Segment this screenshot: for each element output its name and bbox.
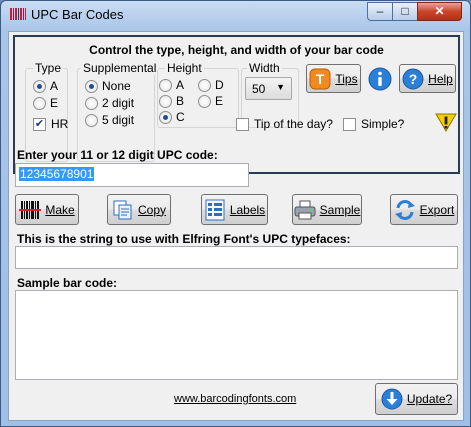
- upc-input[interactable]: 12345678901: [15, 163, 249, 187]
- hr-checkbox-label: HR: [51, 117, 69, 131]
- client-area: Control the type, height, and width of y…: [8, 31, 464, 421]
- height-radio-b-label: B: [176, 94, 185, 108]
- string-output-label: This is the string to use with Elfring F…: [17, 232, 351, 246]
- control-heading: Control the type, height, and width of y…: [89, 43, 384, 57]
- upc-prompt: Enter your 11 or 12 digit UPC code:: [17, 148, 218, 162]
- info-icon[interactable]: [368, 67, 392, 94]
- simple-label: Simple?: [361, 117, 405, 131]
- height-radio-d[interactable]: D: [198, 78, 224, 92]
- supplemental-radio-2digit-label: 2 digit: [102, 96, 135, 110]
- export-icon: [394, 199, 416, 221]
- height-radio-a-label: A: [176, 78, 185, 92]
- help-icon: ?: [402, 68, 424, 90]
- type-radio-e-label: E: [50, 96, 59, 110]
- checkmark-icon: ✔: [33, 117, 46, 131]
- radio-indicator: [159, 94, 172, 108]
- type-group-label: Type: [33, 61, 64, 75]
- height-radio-d-label: D: [215, 78, 224, 92]
- hr-checkbox[interactable]: ✔ HR: [33, 117, 68, 131]
- height-radio-c[interactable]: C: [159, 110, 185, 124]
- tips-button-label: Tips: [335, 71, 358, 86]
- simple-checkbox[interactable]: Simple?: [343, 117, 404, 131]
- supplemental-radio-none-label: None: [102, 79, 131, 93]
- tips-button[interactable]: T Tips: [306, 64, 361, 93]
- chevron-down-icon: ▼: [276, 82, 285, 92]
- website-link[interactable]: www.barcodingfonts.com: [174, 393, 296, 405]
- sample-button[interactable]: Sample: [292, 194, 362, 225]
- height-radio-b[interactable]: B: [159, 94, 184, 108]
- radio-indicator: [198, 94, 211, 108]
- radio-indicator: [159, 110, 172, 124]
- tip-of-the-day-checkbox[interactable]: Tip of the day?: [236, 117, 333, 131]
- height-radio-e[interactable]: E: [198, 94, 223, 108]
- warning-icon[interactable]: [435, 111, 457, 136]
- maximize-button[interactable]: □: [392, 2, 418, 21]
- radio-indicator: [85, 96, 98, 110]
- minimize-button[interactable]: –: [367, 2, 393, 21]
- export-button[interactable]: Export: [390, 194, 458, 225]
- width-value: 50: [252, 82, 266, 96]
- copy-button-label: Copy: [137, 202, 166, 217]
- radio-indicator: [159, 78, 172, 92]
- type-radio-e[interactable]: E: [33, 96, 58, 110]
- supplemental-radio-2digit[interactable]: 2 digit: [85, 96, 134, 110]
- radio-indicator: [85, 113, 98, 127]
- update-button-label: Update?: [406, 392, 453, 406]
- height-group-label: Height: [165, 61, 204, 75]
- tip-of-the-day-label: Tip of the day?: [254, 117, 333, 131]
- width-group-label: Width: [247, 61, 282, 75]
- upc-input-value: 12345678901: [19, 167, 95, 181]
- sample-barcode-label: Sample bar code:: [17, 276, 118, 290]
- window-title: UPC Bar Codes: [31, 7, 124, 22]
- type-radio-a[interactable]: A: [33, 79, 58, 93]
- radio-indicator: [33, 96, 46, 110]
- tips-icon: T: [309, 68, 331, 90]
- labels-button-label: Labels: [229, 202, 266, 217]
- supplemental-group-label: Supplemental: [81, 61, 159, 75]
- supplemental-radio-none[interactable]: None: [85, 79, 131, 93]
- height-radio-a[interactable]: A: [159, 78, 184, 92]
- labels-button[interactable]: Labels: [201, 194, 268, 225]
- barcode-icon: [19, 199, 42, 221]
- copy-button[interactable]: Copy: [107, 194, 171, 225]
- width-dropdown[interactable]: 50 ▼: [245, 77, 292, 100]
- make-button[interactable]: Make: [15, 194, 79, 225]
- printer-icon: [294, 199, 316, 221]
- svg-text:?: ?: [409, 71, 418, 87]
- height-radio-c-label: C: [176, 110, 185, 124]
- checkbox-indicator: [343, 117, 356, 131]
- help-button-label: Help: [428, 71, 453, 86]
- sample-button-label: Sample: [319, 202, 361, 217]
- type-radio-a-label: A: [50, 79, 59, 93]
- update-button[interactable]: Update?: [375, 383, 458, 415]
- title-bar[interactable]: UPC Bar Codes – □ ✕: [1, 1, 470, 29]
- radio-indicator: [198, 78, 211, 92]
- string-output-field[interactable]: [15, 246, 458, 269]
- svg-text:T: T: [316, 71, 325, 87]
- sample-barcode-area: [15, 290, 458, 380]
- barcode-app-icon: [10, 8, 26, 20]
- copy-icon: [112, 199, 134, 221]
- radio-indicator: [33, 79, 46, 93]
- app-window: UPC Bar Codes – □ ✕ Control the type, he…: [0, 0, 471, 427]
- help-button[interactable]: ? Help: [399, 64, 456, 93]
- height-radio-e-label: E: [215, 94, 224, 108]
- supplemental-radio-5digit[interactable]: 5 digit: [85, 113, 134, 127]
- close-button[interactable]: ✕: [417, 2, 462, 21]
- supplemental-radio-5digit-label: 5 digit: [102, 113, 135, 127]
- export-button-label: Export: [419, 202, 455, 217]
- radio-indicator: [85, 79, 98, 93]
- labels-icon: [204, 199, 226, 221]
- download-icon: [381, 388, 403, 410]
- checkbox-indicator: [236, 117, 249, 131]
- make-button-label: Make: [45, 202, 75, 217]
